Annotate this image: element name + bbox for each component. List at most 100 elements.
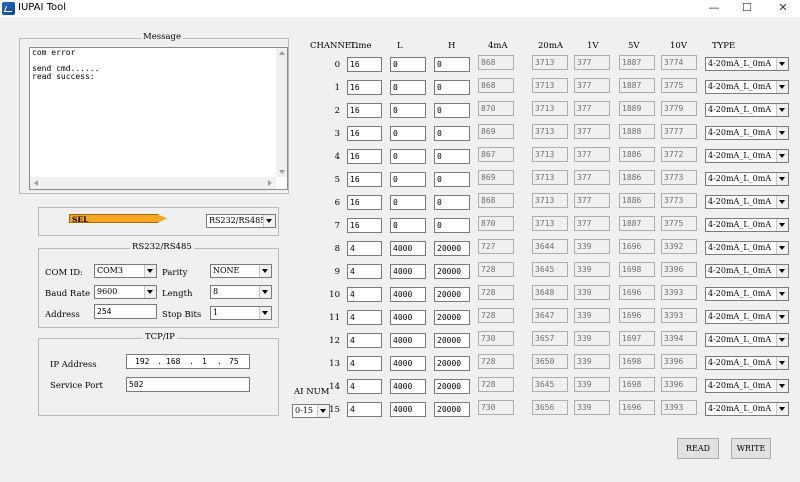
channel-time-input[interactable]: 4: [347, 333, 382, 348]
channel-h-input[interactable]: 20000: [434, 356, 470, 371]
scroll-down-icon[interactable]: [279, 170, 285, 174]
channel-20ma-field: 3713: [532, 170, 568, 185]
channel-1v-field: 377: [574, 78, 610, 93]
channel-time-input[interactable]: 16: [347, 195, 382, 210]
channel-time-input[interactable]: 4: [347, 310, 382, 325]
mode-select[interactable]: RS232/RS485: [206, 214, 276, 228]
channel-time-input[interactable]: 16: [347, 103, 382, 118]
channel-4ma-field: 728: [478, 354, 514, 369]
scroll-left-icon[interactable]: [34, 180, 38, 186]
channel-type-select[interactable]: 4-20mA_L_0mA: [705, 218, 789, 232]
channel-l-input[interactable]: 0: [390, 149, 426, 164]
scroll-right-icon[interactable]: [268, 180, 272, 186]
channel-h-input[interactable]: 0: [434, 80, 470, 95]
channel-type-select[interactable]: 4-20mA_L_0mA: [705, 57, 789, 71]
maximize-button[interactable]: ☐: [733, 0, 761, 17]
channel-1v-field: 339: [574, 308, 610, 323]
channel-l-input[interactable]: 4000: [390, 264, 426, 279]
channel-h-input[interactable]: 20000: [434, 264, 470, 279]
channel-number: 4: [334, 152, 340, 162]
channel-l-input[interactable]: 0: [390, 57, 426, 72]
channel-time-input[interactable]: 16: [347, 149, 382, 164]
channel-l-input[interactable]: 4000: [390, 287, 426, 302]
channel-type-select[interactable]: 4-20mA_L_0mA: [705, 126, 789, 140]
channel-h-input[interactable]: 0: [434, 103, 470, 118]
ai-num-select[interactable]: 0-15: [292, 404, 330, 418]
address-input[interactable]: 254: [94, 304, 157, 319]
channel-l-input[interactable]: 4000: [390, 356, 426, 371]
vertical-scrollbar[interactable]: [276, 48, 287, 177]
channel-time-input[interactable]: 16: [347, 218, 382, 233]
channel-type-select[interactable]: 4-20mA_L_0mA: [705, 241, 789, 255]
length-select[interactable]: 8: [210, 285, 272, 299]
channel-l-input[interactable]: 4000: [390, 333, 426, 348]
channel-l-input[interactable]: 4000: [390, 402, 426, 417]
channel-l-input[interactable]: 0: [390, 126, 426, 141]
channel-h-input[interactable]: 20000: [434, 379, 470, 394]
close-button[interactable]: ✕: [769, 0, 797, 17]
channel-l-input[interactable]: 4000: [390, 241, 426, 256]
channel-l-input[interactable]: 0: [390, 172, 426, 187]
channel-time-input[interactable]: 4: [347, 264, 382, 279]
baud-rate-select[interactable]: 9600: [94, 285, 157, 299]
chevron-down-icon: [776, 288, 788, 300]
channel-type-select[interactable]: 4-20mA_L_0mA: [705, 80, 789, 94]
channel-h-input[interactable]: 20000: [434, 402, 470, 417]
channel-h-input[interactable]: 0: [434, 172, 470, 187]
channel-h-input[interactable]: 0: [434, 195, 470, 210]
channel-time-input[interactable]: 4: [347, 287, 382, 302]
write-button[interactable]: WRITE: [731, 438, 771, 459]
header-5v: 5V: [628, 41, 640, 51]
channel-type-select[interactable]: 4-20mA_L_0mA: [705, 287, 789, 301]
channel-type-select[interactable]: 4-20mA_L_0mA: [705, 195, 789, 209]
channel-h-input[interactable]: 20000: [434, 310, 470, 325]
channel-time-input[interactable]: 16: [347, 80, 382, 95]
channel-h-input[interactable]: 0: [434, 149, 470, 164]
channel-time-input[interactable]: 4: [347, 379, 382, 394]
channel-type-select[interactable]: 4-20mA_L_0mA: [705, 264, 789, 278]
channel-l-input[interactable]: 0: [390, 103, 426, 118]
service-port-input[interactable]: 502: [126, 377, 250, 392]
channel-h-input[interactable]: 0: [434, 57, 470, 72]
message-textarea[interactable]: com error send cmd...... read success:: [29, 47, 288, 190]
channel-type-select[interactable]: 4-20mA_L_0mA: [705, 310, 789, 324]
channel-h-input[interactable]: 0: [434, 126, 470, 141]
ip-address-input[interactable]: 192 . 168 . 1 . 75: [126, 354, 250, 369]
channel-type-value: 4-20mA_L_0mA: [708, 59, 772, 68]
channel-time-input[interactable]: 16: [347, 126, 382, 141]
channel-time-input[interactable]: 4: [347, 402, 382, 417]
channel-h-input[interactable]: 20000: [434, 333, 470, 348]
channel-l-input[interactable]: 0: [390, 218, 426, 233]
channel-h-input[interactable]: 20000: [434, 287, 470, 302]
channel-time-input[interactable]: 4: [347, 356, 382, 371]
channel-10v-field: 3396: [661, 377, 697, 392]
channel-type-select[interactable]: 4-20mA_L_0mA: [705, 172, 789, 186]
service-port-label: Service Port: [50, 381, 103, 391]
channel-l-input[interactable]: 0: [390, 80, 426, 95]
channel-type-select[interactable]: 4-20mA_L_0mA: [705, 333, 789, 347]
channel-type-value: 4-20mA_L_0mA: [708, 151, 772, 160]
parity-select[interactable]: NONE: [210, 264, 272, 278]
stop-bits-select[interactable]: 1: [210, 306, 272, 320]
channel-1v-field: 377: [574, 193, 610, 208]
minimize-button[interactable]: —: [700, 0, 728, 17]
channel-l-input[interactable]: 4000: [390, 310, 426, 325]
horizontal-scrollbar[interactable]: [30, 177, 276, 189]
read-button[interactable]: READ: [677, 438, 719, 459]
com-id-select[interactable]: COM3: [94, 264, 157, 278]
channel-h-input[interactable]: 20000: [434, 241, 470, 256]
channel-l-input[interactable]: 0: [390, 195, 426, 210]
channel-l-input[interactable]: 4000: [390, 379, 426, 394]
channel-time-input[interactable]: 16: [347, 57, 382, 72]
channel-h-input[interactable]: 0: [434, 218, 470, 233]
channel-time-input[interactable]: 4: [347, 241, 382, 256]
scroll-up-icon[interactable]: [279, 51, 285, 55]
channel-5v-field: 1698: [619, 262, 655, 277]
channel-type-select[interactable]: 4-20mA_L_0mA: [705, 356, 789, 370]
channel-time-input[interactable]: 16: [347, 172, 382, 187]
chevron-down-icon: [776, 173, 788, 185]
channel-type-select[interactable]: 4-20mA_L_0mA: [705, 402, 789, 416]
channel-type-select[interactable]: 4-20mA_L_0mA: [705, 379, 789, 393]
channel-type-select[interactable]: 4-20mA_L_0mA: [705, 149, 789, 163]
channel-type-select[interactable]: 4-20mA_L_0mA: [705, 103, 789, 117]
